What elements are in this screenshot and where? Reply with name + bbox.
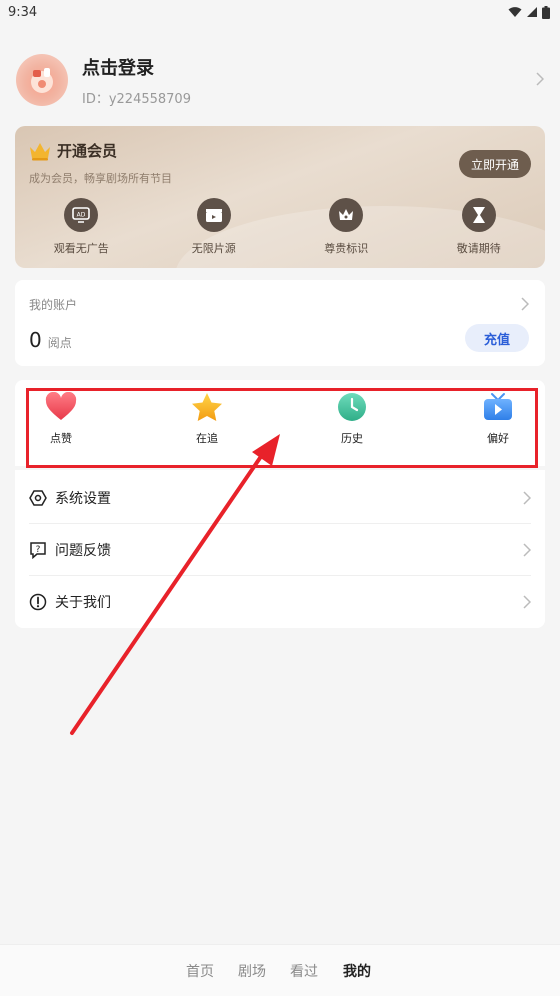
tab-mine[interactable]: 我的 — [343, 961, 371, 981]
balance-unit: 阅点 — [47, 336, 72, 350]
account-card[interactable]: 我的账户 0 阅点 充值 — [15, 280, 545, 366]
chevron-right-icon — [536, 71, 545, 90]
vip-subtitle: 成为会员，畅享剧场所有节目 — [29, 172, 172, 185]
ad-free-icon: AD — [64, 198, 99, 232]
user-id: ID：y224558709 — [82, 91, 191, 107]
status-time: 9:34 — [8, 4, 38, 20]
wifi-icon — [508, 7, 522, 17]
perk-unlimited[interactable]: 无限片源 — [148, 198, 281, 256]
tab-theater[interactable]: 剧场 — [238, 961, 266, 981]
highlight-box — [26, 388, 538, 468]
status-bar: 9:34 — [0, 0, 560, 24]
hourglass-icon — [461, 198, 496, 232]
hexagon-settings-icon — [29, 490, 47, 506]
profile-header[interactable]: 点击登录 ID：y224558709 — [16, 52, 545, 108]
vip-perks: AD 观看无广告 无限片源 尊贵标识 敬请期待 — [15, 198, 545, 256]
login-title[interactable]: 点击登录 — [82, 54, 536, 80]
settings-row-system[interactable]: 系统设置 — [15, 472, 545, 524]
account-title: 我的账户 — [29, 298, 78, 312]
settings-row-about[interactable]: 关于我们 — [15, 576, 545, 628]
svg-text:?: ? — [36, 545, 41, 555]
open-vip-button[interactable]: 立即开通 — [459, 150, 531, 178]
feedback-question-icon: ? — [30, 542, 46, 559]
status-icons — [508, 5, 550, 19]
perk-ad-free[interactable]: AD 观看无广告 — [15, 198, 148, 256]
crown-badge-icon — [329, 198, 364, 232]
balance-value: 0 — [29, 328, 42, 352]
perk-coming-soon[interactable]: 敬请期待 — [413, 198, 546, 256]
vip-card[interactable]: 开通会员 成为会员，畅享剧场所有节目 立即开通 AD 观看无广告 无限片源 尊贵… — [15, 126, 545, 268]
tab-watched[interactable]: 看过 — [290, 961, 318, 981]
chevron-right-icon — [523, 543, 531, 557]
settings-row-feedback[interactable]: ? 问题反馈 — [15, 524, 545, 576]
avatar[interactable] — [16, 54, 68, 106]
chevron-right-icon — [523, 491, 531, 505]
bottom-tab-bar: 首页 剧场 看过 我的 — [0, 944, 560, 996]
film-clapper-icon — [196, 198, 231, 232]
vip-title: 开通会员 — [57, 142, 118, 160]
perk-badge[interactable]: 尊贵标识 — [280, 198, 413, 256]
chevron-right-icon — [521, 296, 530, 315]
recharge-button[interactable]: 充值 — [465, 324, 529, 352]
chevron-right-icon — [523, 595, 531, 609]
info-circle-icon — [29, 593, 47, 611]
battery-icon — [542, 5, 550, 19]
signal-icon — [527, 7, 537, 17]
svg-text:AD: AD — [77, 212, 86, 219]
tab-home[interactable]: 首页 — [186, 961, 214, 981]
crown-icon — [30, 142, 50, 160]
avatar-icon — [31, 68, 53, 93]
settings-list: 系统设置 ? 问题反馈 关于我们 — [15, 470, 545, 628]
